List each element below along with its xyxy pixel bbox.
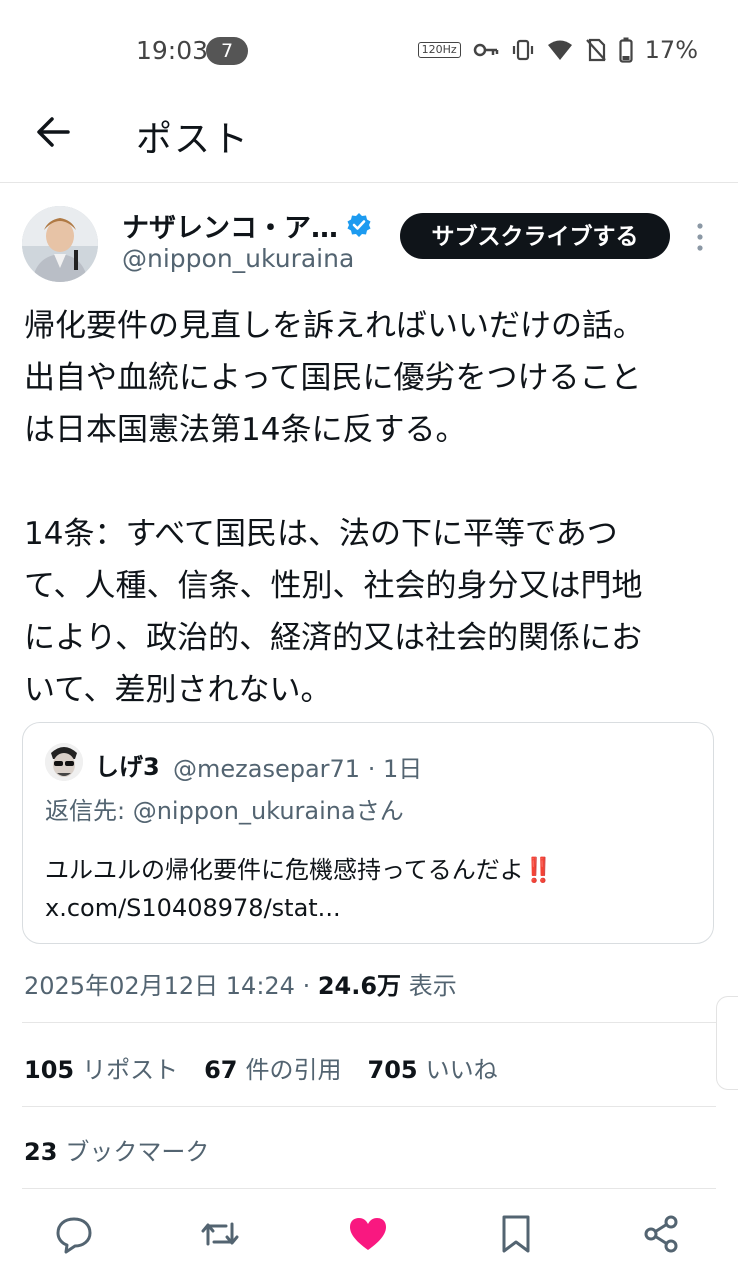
no-sim-icon — [585, 38, 606, 62]
reposts-label: リポスト — [82, 1056, 179, 1084]
quoted-tweet-text: ユルユルの帰化要件に危機感持ってるんだよ‼️ x.com/S10408978/s… — [45, 856, 554, 922]
divider — [22, 1022, 716, 1023]
like-icon — [350, 1218, 386, 1250]
key-icon — [473, 43, 498, 57]
back-button[interactable] — [32, 110, 76, 154]
notification-count-badge: 7 — [206, 37, 248, 65]
likes-stat[interactable]: 705 いいね — [368, 1050, 498, 1085]
battery-icon — [619, 37, 633, 63]
reply-button[interactable] — [52, 1212, 96, 1256]
reposts-count: 105 — [24, 1056, 75, 1084]
share-button[interactable] — [640, 1212, 684, 1256]
bookmarks-label: ブックマーク — [65, 1138, 210, 1166]
quoted-tweet-card[interactable]: しげ3 @mezasepar71 · 1日 返信先: @nippon_ukura… — [22, 722, 714, 944]
avatar-image — [22, 206, 98, 282]
more-options-button[interactable] — [690, 220, 710, 254]
quotes-label: 件の引用 — [245, 1056, 342, 1084]
post-timestamp: 2025年02月12日 14:24 · — [24, 972, 318, 1000]
status-time: 19:03 — [136, 36, 209, 65]
repost-button[interactable] — [198, 1212, 242, 1256]
quotes-count: 67 — [204, 1056, 238, 1084]
bookmark-button[interactable] — [494, 1212, 538, 1256]
subscribe-button[interactable]: サブスクライブする — [400, 213, 670, 259]
edge-panel-handle[interactable] — [716, 996, 738, 1090]
quoted-author-avatar — [45, 743, 83, 781]
divider — [22, 1188, 716, 1189]
likes-label: いいね — [425, 1056, 498, 1084]
like-button[interactable] — [346, 1212, 390, 1256]
quotes-stat[interactable]: 67 件の引用 — [204, 1050, 341, 1085]
arrow-left-icon — [37, 117, 70, 147]
author-handle[interactable]: @nippon_ukuraina — [122, 244, 354, 273]
quoted-author-name: しげ3 — [95, 753, 160, 781]
reply-icon — [56, 1217, 92, 1254]
author-name[interactable]: ナザレンコ・ア… — [122, 206, 338, 245]
post-meta: 2025年02月12日 14:24 · 24.6万 表示 — [24, 966, 457, 1001]
views-label: 表示 — [401, 972, 457, 1000]
likes-count: 705 — [367, 1056, 418, 1084]
refresh-rate-icon: 120Hz — [417, 42, 461, 58]
page-title: ポスト — [136, 119, 251, 160]
vibrate-icon — [512, 39, 533, 61]
bookmarks-count: 23 — [24, 1138, 58, 1166]
author-avatar[interactable] — [22, 206, 98, 282]
tweet-text: 帰化要件の見直しを訴えればいいだけの話。 出自や血統によって国民に優劣をつけるこ… — [24, 308, 644, 708]
header-divider — [0, 182, 738, 183]
bookmark-icon — [502, 1215, 530, 1253]
repost-icon — [201, 1222, 239, 1246]
quoted-author-handle: @mezasepar71 · 1日 — [173, 755, 423, 783]
reply-to-label: 返信先: @nippon_ukurainaさん — [45, 797, 404, 825]
reposts-stat[interactable]: 105 リポスト — [24, 1050, 178, 1085]
status-icons: 120Hz 17% — [417, 36, 698, 64]
view-count: 24.6万 — [317, 972, 402, 1000]
bookmarks-stat[interactable]: 23 ブックマーク — [24, 1132, 209, 1167]
status-bar: 19:03 7 120Hz 17% — [0, 0, 738, 100]
more-vertical-icon — [697, 223, 703, 251]
share-icon — [644, 1215, 678, 1253]
avatar-image — [45, 743, 83, 781]
verified-badge-icon — [347, 213, 371, 237]
engagement-stats: 105 リポスト 67 件の引用 705 いいね — [24, 1050, 498, 1085]
divider — [22, 1106, 716, 1107]
battery-percentage: 17% — [644, 36, 698, 64]
wifi-icon — [547, 40, 572, 60]
